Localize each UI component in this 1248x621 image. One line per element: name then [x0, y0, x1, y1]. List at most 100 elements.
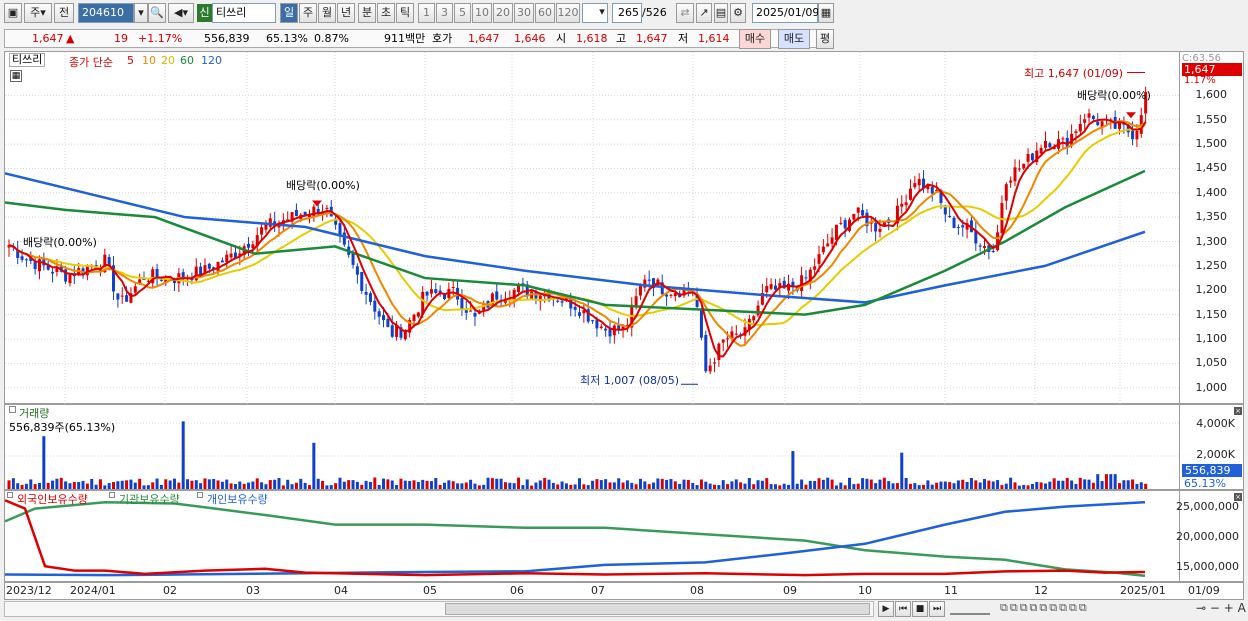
price-chart-panel[interactable]: 티쓰리 종가 단순 5 10 20 60 120 ▦ 최고 1,647 (01/…: [4, 51, 1181, 405]
holdings-canvas[interactable]: [5, 491, 1181, 583]
zoom-controls[interactable]: ⊸ − + A: [1196, 601, 1246, 615]
volume-bar: [800, 479, 804, 489]
window-icon[interactable]: ▣: [4, 3, 22, 23]
volume-bar: [1109, 474, 1113, 489]
stock-code-input[interactable]: 204610: [78, 3, 134, 23]
tab-tick[interactable]: 틱: [396, 3, 414, 23]
candle-body: [225, 254, 229, 263]
calculator-icon[interactable]: ▦: [10, 70, 22, 82]
candle-body: [229, 253, 233, 258]
save-icon[interactable]: ▤: [714, 3, 728, 23]
volume-bar: [769, 484, 773, 489]
stock-name-field[interactable]: 티쓰리: [212, 3, 276, 23]
holdings-panel[interactable]: 외국인보유수량 기관보유수량 개인보유수량: [4, 490, 1180, 582]
search-icon[interactable]: 🔍: [148, 3, 166, 23]
volume-bar: [207, 479, 211, 489]
buy-button[interactable]: 매수: [739, 29, 771, 49]
new-listing-badge: 신: [197, 4, 212, 22]
volume-canvas[interactable]: [5, 405, 1181, 491]
chart-scrollbar[interactable]: [4, 601, 874, 617]
candle-body: [634, 296, 638, 306]
volume-bar: [55, 478, 59, 489]
period-dropdown-icon[interactable]: ▾: [596, 3, 608, 23]
volume-bar: [843, 485, 847, 489]
volume-bar: [708, 483, 712, 489]
volume-bar: [321, 480, 325, 489]
tool-icons[interactable]: ⧉⧉⧉⧉⧉⧉⧉⧉⧉: [1000, 601, 1089, 615]
volume-panel[interactable]: 거래량 556,839주(65.13%): [4, 404, 1181, 491]
volume-bar: [948, 482, 952, 489]
volume-bar: [216, 480, 220, 489]
volume-bar: [678, 483, 682, 489]
prev-button[interactable]: 전: [54, 3, 74, 23]
volume-bar: [355, 481, 359, 489]
tab-second[interactable]: 초: [377, 3, 395, 23]
volume-bar: [1026, 485, 1030, 489]
draw-line-icon[interactable]: ↗: [696, 3, 712, 23]
x-axis-label: 10: [858, 584, 872, 597]
high-price: 1,647: [636, 32, 668, 45]
settings-gear-icon[interactable]: ⚙: [730, 3, 746, 23]
scroll-first-icon[interactable]: ⏮: [895, 601, 911, 617]
speaker-icon[interactable]: ◀▾: [168, 3, 194, 23]
volume-bar: [186, 479, 190, 489]
candle-body: [769, 284, 773, 289]
period-type-select[interactable]: 주▾: [24, 3, 52, 23]
period-120[interactable]: 120: [556, 3, 580, 23]
volume-bar: [961, 479, 965, 489]
period-10[interactable]: 10: [472, 3, 492, 23]
volume-close-icon[interactable]: ×: [1234, 407, 1242, 415]
period-3[interactable]: 3: [436, 3, 453, 23]
tab-minute[interactable]: 분: [358, 3, 376, 23]
volume-bar: [194, 480, 198, 489]
avg-button[interactable]: 평: [816, 29, 834, 49]
price-chart-canvas[interactable]: [5, 52, 1181, 405]
volume-bar: [730, 481, 734, 489]
candle-body: [364, 291, 368, 295]
tab-day[interactable]: 일: [280, 3, 298, 23]
candle-body: [826, 243, 830, 247]
tab-year[interactable]: 년: [337, 3, 355, 23]
scrollbar-thumb[interactable]: [445, 603, 870, 615]
period-1[interactable]: 1: [418, 3, 435, 23]
period-60[interactable]: 60: [535, 3, 555, 23]
candle-body: [983, 246, 987, 248]
code-dropdown-icon[interactable]: ▾: [134, 3, 148, 23]
volume-bar: [852, 484, 856, 489]
count-input[interactable]: 265: [612, 3, 642, 23]
volume-bar: [756, 480, 760, 489]
volume-bar: [334, 483, 338, 489]
candle-body: [852, 213, 856, 220]
volume-bar: [386, 479, 390, 489]
volume-bar: [125, 480, 129, 489]
volume-bar: [277, 478, 281, 489]
sell-button[interactable]: 매도: [778, 29, 810, 49]
candle-body: [591, 320, 595, 322]
candle-body: [595, 320, 599, 329]
scroll-right-icon[interactable]: ▶: [878, 601, 894, 617]
volume-bar: [368, 481, 372, 489]
stop-icon[interactable]: ■: [912, 601, 928, 617]
compare-icon[interactable]: ⇄: [676, 3, 694, 23]
period-5[interactable]: 5: [454, 3, 471, 23]
tab-month[interactable]: 월: [318, 3, 336, 23]
volume-bar: [107, 483, 111, 489]
zoom-slider[interactable]: [950, 603, 990, 615]
tab-week[interactable]: 주: [299, 3, 317, 23]
date-input[interactable]: 2025/01/09: [752, 3, 819, 23]
volume-bar: [77, 482, 81, 489]
volume-bar: [1113, 474, 1117, 489]
period-30[interactable]: 30: [514, 3, 534, 23]
ma-legend-label: 종가 단순: [69, 56, 113, 69]
volume-bar: [743, 483, 747, 489]
calendar-icon[interactable]: ▦: [818, 3, 834, 23]
candle-body: [996, 232, 1000, 251]
volume-bar: [24, 483, 28, 489]
volume-bar: [377, 484, 381, 489]
period-20[interactable]: 20: [493, 3, 513, 23]
volume-bar: [595, 479, 599, 489]
x-axis-label: 2023/12: [6, 584, 52, 597]
scroll-last-icon[interactable]: ⏭: [929, 601, 945, 617]
volume-bar: [264, 484, 268, 489]
holdings-box-icon: [7, 492, 13, 498]
